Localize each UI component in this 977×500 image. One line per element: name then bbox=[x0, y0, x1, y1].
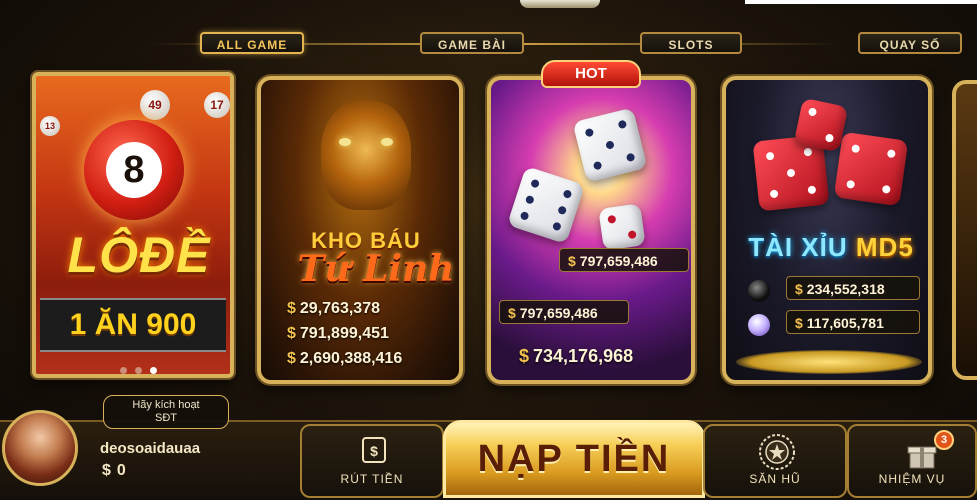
missions-label: NHIỆM VỤ bbox=[878, 472, 946, 486]
jackpot-hunt-label: SĂN HŨ bbox=[749, 472, 801, 486]
hot-badge: HOT bbox=[541, 60, 641, 88]
lottery-ball-8-icon: 8 bbox=[84, 120, 184, 220]
lode-title: LÔĐỀ bbox=[67, 227, 211, 283]
tab-quay-so[interactable]: QUAY SỐ bbox=[858, 32, 962, 54]
missions-notification-badge: 3 bbox=[934, 430, 954, 450]
lottery-ball-17: 17 bbox=[204, 92, 230, 118]
dragon-eye bbox=[339, 138, 351, 146]
carousel-dot-active[interactable] bbox=[150, 367, 157, 374]
top-decoration bbox=[520, 0, 600, 8]
category-tabs: ALL GAME GAME BÀI SLOTS QUAY SỐ bbox=[0, 32, 977, 56]
jackpot-value: $797,659,486 bbox=[559, 248, 689, 272]
carousel-dot[interactable] bbox=[135, 367, 142, 374]
red-die-icon bbox=[793, 97, 849, 153]
tab-game-bai[interactable]: GAME BÀI bbox=[420, 32, 524, 54]
black-orb-icon bbox=[748, 280, 770, 302]
jackpot-value: $117,605,781 bbox=[786, 310, 920, 334]
taixiu-title: TÀI XỈU MD5 bbox=[748, 232, 914, 262]
deposit-button[interactable]: NẠP TIỀN bbox=[443, 420, 705, 498]
red-die-icon bbox=[833, 131, 909, 207]
jackpot-value: $2,690,388,416 bbox=[287, 350, 403, 367]
jackpot-value: $29,763,378 bbox=[287, 300, 380, 317]
jackpot-value: $234,552,318 bbox=[786, 276, 920, 300]
avatar[interactable] bbox=[2, 410, 78, 486]
withdraw-label: RÚT TIỀN bbox=[340, 472, 404, 486]
svg-text:$: $ bbox=[370, 443, 378, 459]
withdraw-button[interactable]: $ RÚT TIỀN bbox=[300, 424, 444, 498]
white-die-icon bbox=[506, 165, 586, 245]
lode-odds-banner: 1 ĂN 900 bbox=[40, 298, 226, 352]
missions-button[interactable]: NHIỆM VỤ bbox=[847, 424, 977, 498]
gold-coins-pile bbox=[736, 350, 922, 374]
game-card-hot-dice[interactable]: $797,659,486 $797,659,486 $734,176,968 bbox=[487, 76, 695, 384]
jackpot-value: $791,899,451 bbox=[287, 325, 389, 342]
game-card-kho-bau-tu-linh[interactable]: KHO BÁU Tứ Linh $29,763,378 $791,899,451… bbox=[257, 76, 463, 384]
khobau-subtitle: Tứ Linh bbox=[297, 248, 455, 290]
user-balance: $0 bbox=[102, 462, 126, 479]
gift-box-icon bbox=[907, 446, 937, 469]
jackpot-hunt-button[interactable]: SĂN HŨ bbox=[703, 424, 847, 498]
username: deosoaidauaa bbox=[100, 440, 201, 457]
top-strip bbox=[745, 0, 977, 4]
dragon-head-icon bbox=[321, 100, 411, 210]
ball-number: 8 bbox=[106, 142, 162, 198]
white-orb-icon bbox=[748, 314, 770, 336]
jackpot-value: $797,659,486 bbox=[499, 300, 629, 324]
lode-odds: 1 ĂN 900 bbox=[69, 308, 197, 341]
white-die-icon bbox=[572, 107, 648, 183]
game-card-partial[interactable] bbox=[952, 80, 977, 380]
lottery-ball-13: 13 bbox=[40, 116, 60, 136]
dragon-eye bbox=[381, 138, 393, 146]
lottery-ball-49: 49 bbox=[140, 90, 170, 120]
cash-withdraw-icon: $ bbox=[362, 437, 386, 463]
game-card-tai-xiu-md5[interactable]: TÀI XỈU MD5 $234,552,318 $117,605,781 bbox=[722, 76, 932, 384]
activate-phone-prompt[interactable]: Hãy kích hoạt SĐT bbox=[103, 395, 229, 429]
jackpot-value: $734,176,968 bbox=[519, 346, 634, 366]
game-card-lode[interactable]: 49 17 13 8 LÔĐỀ 1 ĂN 900 bbox=[32, 72, 234, 378]
carousel-dot[interactable] bbox=[120, 367, 127, 374]
jackpot-emblem-icon bbox=[759, 434, 795, 470]
tab-all-game[interactable]: ALL GAME bbox=[200, 32, 304, 54]
carousel-dots[interactable] bbox=[116, 361, 161, 374]
tab-slots[interactable]: SLOTS bbox=[640, 32, 742, 54]
white-die-icon bbox=[598, 203, 646, 251]
